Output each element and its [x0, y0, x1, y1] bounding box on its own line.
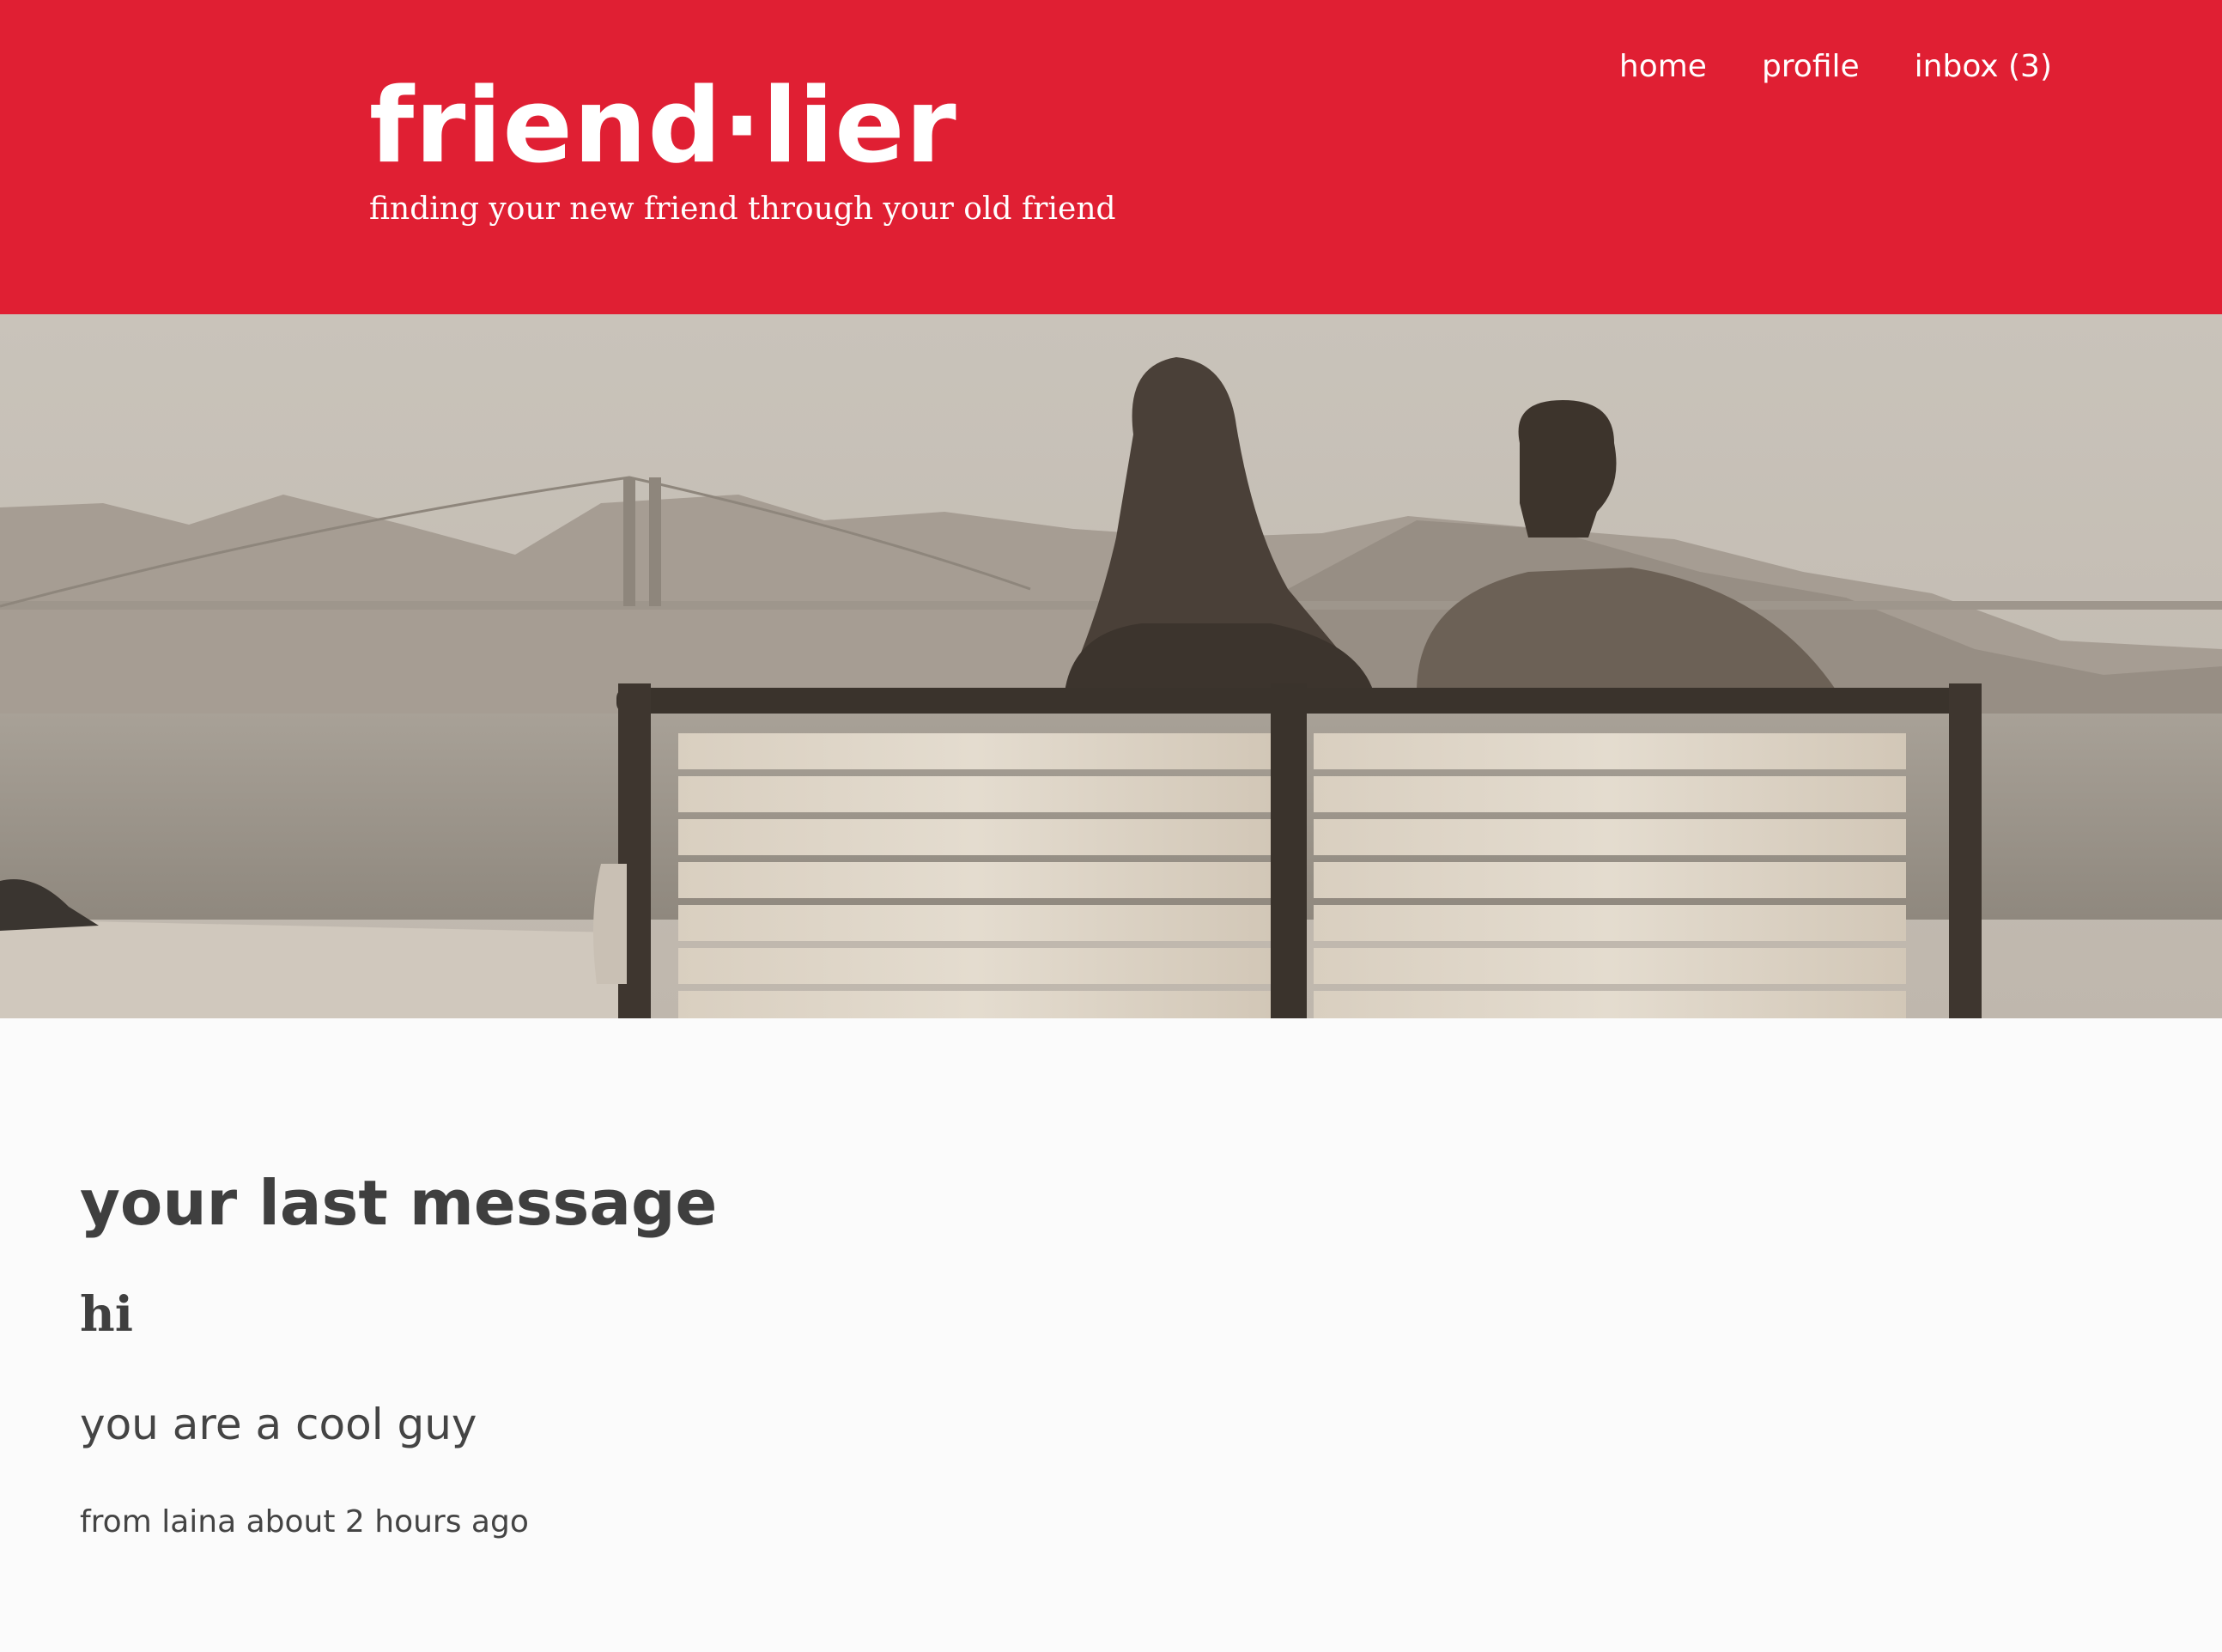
hero-photo — [0, 314, 2222, 1018]
site-tagline: finding your new friend through your old… — [369, 191, 1116, 227]
main-nav: home profile inbox (3) — [1619, 45, 2052, 89]
message-meta: from laina about 2 hours ago — [80, 1504, 529, 1540]
message-body: you are a cool guy — [80, 1400, 477, 1449]
nav-inbox-link[interactable]: inbox (3) — [1915, 45, 2052, 89]
nav-home-link[interactable]: home — [1619, 45, 1707, 89]
hero-image — [0, 314, 2222, 1018]
nav-profile-link[interactable]: profile — [1762, 45, 1860, 89]
site-header: friend·lier finding your new friend thro… — [0, 0, 2222, 314]
site-logo[interactable]: friend·lier — [369, 67, 957, 187]
message-subject: hi — [80, 1286, 133, 1343]
section-title: your last message — [80, 1167, 718, 1239]
